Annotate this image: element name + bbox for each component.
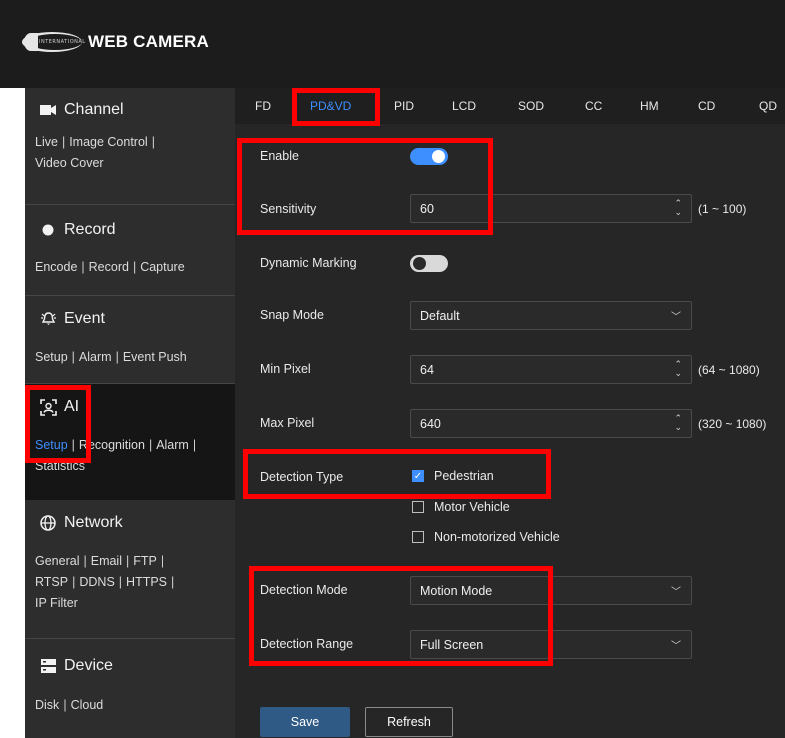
camera-icon (39, 101, 57, 119)
max-pixel-range: (320 ~ 1080) (698, 417, 767, 431)
tab-pid[interactable]: PID (394, 99, 414, 113)
alarm-bell-icon (39, 310, 57, 328)
highlight-box-detection-type (243, 449, 551, 499)
max-pixel-input[interactable]: 640 ⌃ ⌄ (410, 409, 692, 438)
max-pixel-label: Max Pixel (260, 416, 315, 430)
sidebar-link-disk[interactable]: Disk (35, 698, 59, 712)
spinner-icon[interactable]: ⌃ ⌄ (674, 414, 682, 432)
globe-icon (39, 514, 57, 532)
dynamic-marking-label: Dynamic Marking (260, 256, 357, 270)
sidebar-header-network[interactable]: Network (39, 514, 123, 532)
sidebar-link-video-cover[interactable]: Video Cover (35, 156, 104, 170)
sidebar-section-channel: Channel Live | Image Control | Video Cover (25, 88, 235, 204)
sidebar-section-event: Event Setup | Alarm | Event Push (25, 296, 235, 383)
tab-cc[interactable]: CC (585, 99, 602, 113)
sidebar-links-device: Disk | Cloud (35, 698, 104, 712)
tab-hm[interactable]: HM (640, 99, 659, 113)
sidebar-link-rtsp[interactable]: RTSP (35, 575, 68, 589)
min-pixel-label: Min Pixel (260, 362, 311, 376)
min-pixel-range: (64 ~ 1080) (698, 363, 760, 377)
sidebar-link-general[interactable]: General (35, 554, 79, 568)
checkbox-motor-vehicle[interactable]: Motor Vehicle (412, 500, 510, 514)
logo: INTERNATIONAL WEB CAMERA (22, 30, 209, 54)
sidebar-link-https[interactable]: HTTPS (126, 575, 167, 589)
checkbox-non-motorized-vehicle[interactable]: Non-motorized Vehicle (412, 530, 560, 544)
sidebar-header-record[interactable]: Record (39, 221, 116, 239)
sidebar-links-event: Setup | Alarm | Event Push (35, 350, 187, 364)
app-header: INTERNATIONAL WEB CAMERA (0, 0, 785, 88)
tab-lcd[interactable]: LCD (452, 99, 476, 113)
spinner-icon[interactable]: ⌃ ⌄ (674, 199, 682, 217)
tab-qd[interactable]: QD (759, 99, 777, 113)
refresh-button[interactable]: Refresh (365, 707, 453, 737)
sidebar-header-event[interactable]: Event (39, 310, 105, 328)
sidebar-link-ip-filter[interactable]: IP Filter (35, 596, 78, 610)
sidebar-link-encode[interactable]: Encode (35, 260, 77, 274)
highlight-box-detection-mode-range (249, 566, 553, 666)
dynamic-marking-toggle[interactable] (410, 255, 448, 272)
sidebar-header-device[interactable]: Device (39, 657, 113, 675)
sidebar-link-ftp[interactable]: FTP (133, 554, 157, 568)
tab-fd[interactable]: FD (255, 99, 271, 113)
highlight-box-ai-setup (25, 385, 91, 463)
tab-cd[interactable]: CD (698, 99, 715, 113)
logo-mark-icon: INTERNATIONAL (22, 30, 85, 54)
sidebar-link-event-push[interactable]: Event Push (123, 350, 187, 364)
sidebar-link-record[interactable]: Record (89, 260, 129, 274)
sidebar-link-cloud[interactable]: Cloud (71, 698, 104, 712)
sidebar-link-event-setup[interactable]: Setup (35, 350, 68, 364)
record-icon (39, 221, 57, 239)
sidebar-link-ddns[interactable]: DDNS (79, 575, 114, 589)
tab-sod[interactable]: SOD (518, 99, 544, 113)
snap-mode-select[interactable]: Default ﹀ (410, 301, 692, 330)
chevron-down-icon: ﹀ (671, 312, 681, 323)
sidebar-section-network: Network General | Email | FTP | RTSP | DDNS | HTT… (25, 500, 235, 638)
highlight-box-enable-sensitivity (237, 138, 493, 235)
sidebar-link-email[interactable]: Email (91, 554, 122, 568)
sidebar-link-image-control[interactable]: Image Control (69, 135, 148, 149)
sidebar-link-event-alarm[interactable]: Alarm (79, 350, 112, 364)
sidebar-section-device: Device Disk | Cloud (25, 639, 235, 738)
sidebar-links-channel: Live | Image Control | Video Cover (35, 135, 155, 170)
storage-icon (39, 657, 57, 675)
sidebar-header-channel[interactable]: Channel (39, 101, 124, 119)
sensitivity-range: (1 ~ 100) (698, 202, 747, 216)
snap-mode-label: Snap Mode (260, 308, 324, 322)
sidebar-links-record: Encode | Record | Capture (35, 260, 185, 274)
logo-text: WEB CAMERA (88, 32, 209, 51)
sidebar-link-live[interactable]: Live (35, 135, 58, 149)
sidebar-links-network: General | Email | FTP | RTSP | DDNS | HTTPS | IP F… (35, 554, 175, 610)
checkbox-empty-icon (412, 531, 424, 543)
min-pixel-input[interactable]: 64 ⌃ ⌄ (410, 355, 692, 384)
sidebar-link-capture[interactable]: Capture (140, 260, 184, 274)
save-button[interactable]: Save (260, 707, 350, 737)
sidebar-link-ai-alarm[interactable]: Alarm (156, 438, 189, 452)
checkbox-empty-icon (412, 501, 424, 513)
spinner-icon[interactable]: ⌃ ⌄ (674, 360, 682, 378)
highlight-box-tab (292, 88, 380, 126)
chevron-down-icon: ﹀ (671, 641, 681, 652)
sidebar-section-record: Record Encode | Record | Capture (25, 205, 235, 295)
chevron-down-icon: ﹀ (671, 587, 681, 598)
